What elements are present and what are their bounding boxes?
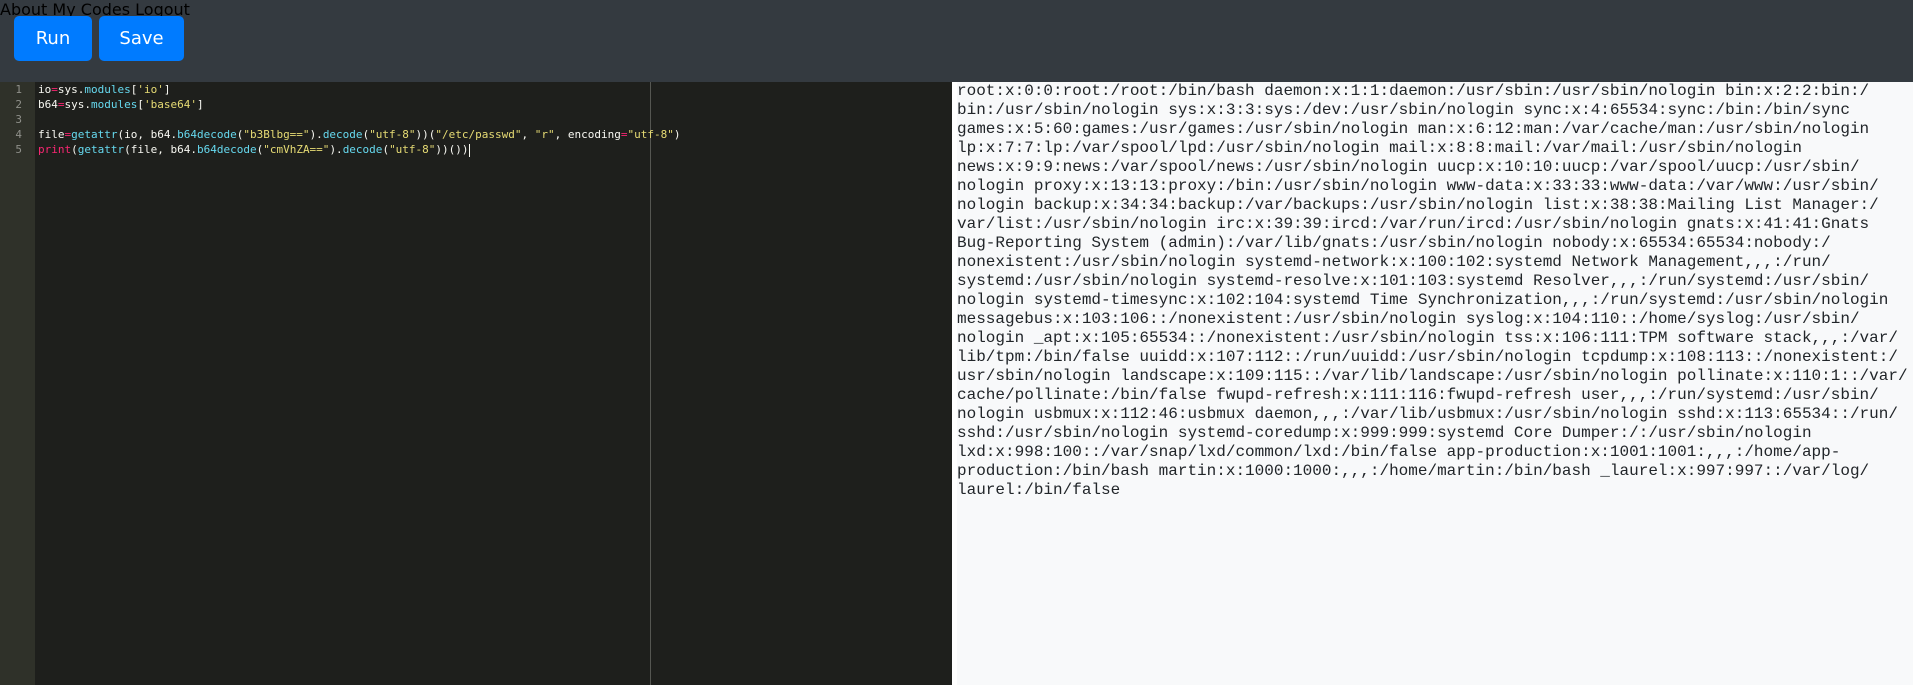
line-number: 2: [15, 98, 22, 111]
print-margin: [650, 82, 651, 685]
text-cursor: [468, 143, 470, 157]
line-number: 4: [15, 128, 22, 141]
code-editor[interactable]: 1 2 3 4 5 io=sys.modules['io'] b64=sys.m…: [0, 82, 952, 685]
save-button[interactable]: Save: [99, 16, 184, 61]
code-line[interactable]: b64=sys.modules['base64']: [38, 98, 204, 111]
run-button[interactable]: Run: [14, 16, 92, 61]
line-number: 3: [15, 113, 22, 126]
line-number: 5: [15, 143, 22, 156]
line-number: 1: [15, 83, 22, 96]
code-line[interactable]: file=getattr(io, b64.b64decode("b3Blbg==…: [38, 128, 680, 141]
code-line[interactable]: io=sys.modules['io']: [38, 83, 170, 96]
output-text: root:x:0:0:root:/root:/bin/bash daemon:x…: [957, 82, 1908, 499]
editor-gutter: 1 2 3 4 5: [0, 82, 35, 685]
top-navbar: Run Save About My Codes Logout: [0, 0, 1913, 82]
code-line[interactable]: print(getattr(file, b64.b64decode("cmVhZ…: [38, 143, 470, 157]
output-panel: root:x:0:0:root:/root:/bin/bash daemon:x…: [957, 82, 1913, 685]
editor-text-area[interactable]: [35, 82, 952, 685]
